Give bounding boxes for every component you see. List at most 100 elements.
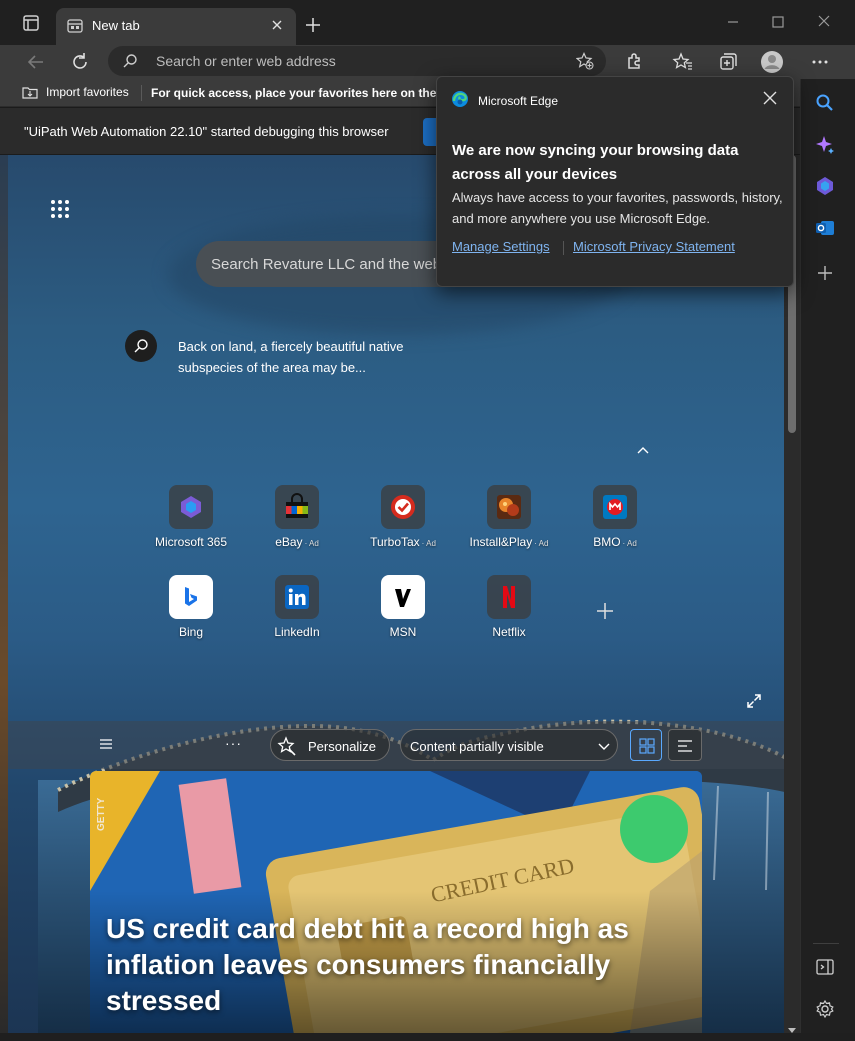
- profile-avatar-icon[interactable]: [760, 50, 784, 74]
- linkedin-icon: [285, 585, 309, 609]
- ad-badge: · Ad: [304, 539, 319, 548]
- privacy-statement-link[interactable]: Microsoft Privacy Statement: [573, 239, 735, 254]
- bmo-icon: [603, 495, 627, 519]
- quick-link-name: Microsoft 365: [154, 535, 228, 549]
- quick-link-linkedin[interactable]: LinkedIn: [249, 573, 345, 651]
- quick-link-label: Netflix: [461, 625, 557, 639]
- expand-icon[interactable]: [746, 693, 762, 709]
- quick-link-tile: [275, 575, 319, 619]
- netflix-icon: [503, 586, 515, 608]
- quick-link-install-play[interactable]: Install&Play · Ad: [461, 483, 557, 561]
- quick-links: Microsoft 365 eBay · Ad TurboTax · Ad Inst…: [143, 483, 663, 643]
- scroll-down-icon[interactable]: [788, 1021, 796, 1033]
- quick-link-label: LinkedIn: [249, 625, 345, 639]
- chevron-up-icon[interactable]: [635, 443, 651, 457]
- grid-icon: [639, 738, 655, 754]
- sidebar-search-icon[interactable]: [815, 93, 835, 113]
- quick-link-msn[interactable]: MSN: [355, 573, 451, 651]
- maximize-icon[interactable]: [767, 12, 789, 32]
- more-options-button[interactable]: ···: [225, 735, 242, 751]
- quick-link-bing[interactable]: Bing: [143, 573, 239, 651]
- quick-link-name: TurboTax: [370, 535, 420, 549]
- quick-link-tile: [275, 485, 319, 529]
- quick-link-tile: [381, 575, 425, 619]
- grid-layout-button[interactable]: [630, 729, 662, 761]
- content-visibility-value: Content partially visible: [410, 739, 544, 754]
- quick-link-label: Bing: [143, 625, 239, 639]
- quick-link-tile: [593, 485, 637, 529]
- quick-link-tile: [381, 485, 425, 529]
- quick-link-microsoft-365[interactable]: Microsoft 365: [143, 483, 239, 561]
- visual-search-button[interactable]: [125, 330, 157, 362]
- personalize-button[interactable]: Personalize: [270, 729, 390, 761]
- quick-link-name: Install&Play: [469, 535, 533, 549]
- list-icon: [678, 740, 692, 752]
- copilot-sparkle-icon[interactable]: [815, 135, 835, 155]
- favorites-hint: For quick access, place your favorites h…: [151, 86, 441, 100]
- quick-link-tile: [487, 575, 531, 619]
- close-tab-icon[interactable]: [268, 16, 286, 34]
- edge-sidebar: [800, 79, 855, 1033]
- list-layout-button[interactable]: [668, 729, 702, 761]
- tab-new-tab[interactable]: New tab: [56, 8, 296, 45]
- page-search-placeholder: Search Revature LLC and the web: [211, 256, 442, 273]
- tab-actions-icon[interactable]: [18, 12, 46, 36]
- quick-link-label: MSN: [355, 625, 451, 639]
- refresh-icon[interactable]: [68, 50, 92, 74]
- app-launcher-icon[interactable]: [48, 197, 72, 221]
- settings-more-icon[interactable]: [808, 50, 832, 74]
- extensions-icon[interactable]: [622, 50, 646, 74]
- favorites-icon[interactable]: [671, 50, 695, 74]
- close-window-icon[interactable]: [813, 12, 835, 32]
- manage-settings-link[interactable]: Manage Settings: [452, 239, 550, 254]
- close-popup-icon[interactable]: [763, 91, 777, 105]
- hide-sidebar-icon[interactable]: [815, 957, 835, 977]
- popup-body: Always have access to your favorites, pa…: [452, 190, 783, 226]
- edge-logo-icon: [451, 90, 469, 108]
- ebay-icon: [286, 493, 308, 518]
- collections-icon[interactable]: [716, 50, 740, 74]
- new-tab-page-icon: [67, 18, 83, 34]
- microsoft-365-sidebar-icon[interactable]: [815, 176, 835, 196]
- link-divider: [563, 241, 564, 255]
- sync-notification-popup: Microsoft Edge We are now syncing your b…: [436, 76, 794, 287]
- quick-link-ebay[interactable]: eBay · Ad: [249, 483, 345, 561]
- bing-icon: [185, 587, 197, 606]
- address-bar[interactable]: [108, 46, 606, 76]
- import-favorites-button[interactable]: Import favorites: [22, 85, 129, 99]
- add-favorite-icon[interactable]: [575, 52, 594, 70]
- quick-link-netflix[interactable]: Netflix: [461, 573, 557, 651]
- chevron-down-icon: [598, 743, 610, 750]
- sidebar-settings-icon[interactable]: [815, 999, 835, 1019]
- install-play-icon: [497, 495, 521, 519]
- search-icon: [122, 53, 138, 69]
- news-headline[interactable]: US credit card debt hit a record high as…: [106, 911, 666, 1019]
- quick-link-tile: [169, 575, 213, 619]
- tab-title: New tab: [92, 18, 140, 33]
- hamburger-menu-icon[interactable]: [98, 737, 114, 751]
- minimize-icon[interactable]: [722, 12, 744, 32]
- outlook-icon[interactable]: [815, 218, 835, 238]
- address-input[interactable]: [156, 52, 556, 70]
- quick-link-turbotax[interactable]: TurboTax · Ad: [355, 483, 451, 561]
- personalize-label: Personalize: [308, 739, 376, 754]
- page-search-box[interactable]: Search Revature LLC and the web: [196, 241, 466, 287]
- personalize-icon: [277, 736, 296, 756]
- new-tab-button[interactable]: [302, 14, 324, 36]
- toolbar: [0, 45, 855, 79]
- quick-link-label: BMO · Ad: [567, 535, 663, 549]
- back-icon[interactable]: [24, 50, 48, 74]
- news-card[interactable]: CREDIT CARD GETTY US credit card debt hi…: [90, 771, 702, 1033]
- content-visibility-dropdown[interactable]: Content partially visible: [400, 729, 618, 761]
- image-info-text: Back on land, a fiercely beautiful nativ…: [178, 339, 404, 375]
- add-sidebar-app-icon[interactable]: [815, 263, 835, 283]
- window-edge: [0, 155, 8, 1033]
- image-credit: GETTY: [96, 797, 107, 831]
- quick-link-name: MSN: [389, 625, 417, 639]
- add-quick-link-icon[interactable]: [593, 599, 617, 623]
- import-favorites-label: Import favorites: [46, 85, 129, 99]
- quick-link-bmo[interactable]: BMO · Ad: [567, 483, 663, 561]
- import-icon: [22, 85, 38, 99]
- window-bottom-edge: [0, 1033, 855, 1041]
- ad-badge: · Ad: [534, 539, 549, 548]
